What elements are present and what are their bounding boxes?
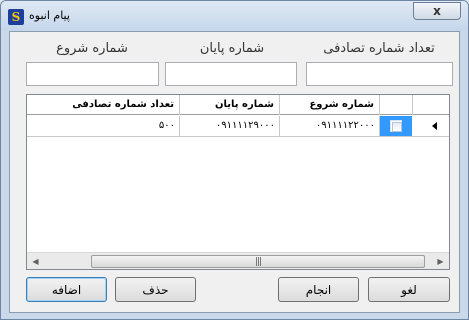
title-bar: S پیام انبوه x <box>1 1 468 31</box>
add-button[interactable]: اضافه <box>26 277 107 302</box>
cell-start-number[interactable]: ۰۹۱۱۱۱۲۲۰۰۰ <box>279 116 379 136</box>
start-number-input[interactable] <box>26 62 159 86</box>
app-logo-icon: S <box>8 9 24 25</box>
done-button[interactable]: انجام <box>278 277 359 302</box>
cell-random-count[interactable]: ۵۰۰ <box>27 116 179 136</box>
cancel-button[interactable]: لغو <box>368 277 450 302</box>
row-header-corner <box>412 95 449 115</box>
end-number-input[interactable] <box>165 62 297 86</box>
column-header-random-count[interactable]: تعداد شماره تصادفی <box>27 95 179 115</box>
column-header-start-number[interactable]: شماره شروع <box>279 95 379 115</box>
end-number-label: شماره پایان <box>199 41 265 56</box>
scroll-right-arrow-icon[interactable]: ▶ <box>432 253 449 270</box>
window-title: پیام انبوه <box>29 9 70 22</box>
cell-end-number[interactable]: ۰۹۱۱۱۱۲۹۰۰۰ <box>179 116 279 136</box>
start-number-label: شماره شروع <box>56 41 128 56</box>
horizontal-scrollbar[interactable]: ◀ ||| ▶ <box>27 252 449 269</box>
close-icon: x <box>433 4 441 18</box>
ranges-grid[interactable]: تعداد شماره تصادفی شماره پایان شماره شرو… <box>26 94 450 270</box>
row-checkbox[interactable] <box>390 120 402 132</box>
bulk-message-window: S پیام انبوه x تعداد شماره تصادفی شماره … <box>0 0 469 320</box>
grid-header: تعداد شماره تصادفی شماره پایان شماره شرو… <box>27 95 449 115</box>
current-row-indicator-icon <box>432 122 437 130</box>
column-header-end-number[interactable]: شماره پایان <box>179 95 279 115</box>
close-button[interactable]: x <box>413 2 461 20</box>
random-count-label: تعداد شماره تصادفی <box>323 41 435 56</box>
delete-button[interactable]: حذف <box>115 277 196 302</box>
random-count-input[interactable] <box>306 62 453 86</box>
scroll-left-arrow-icon[interactable]: ◀ <box>27 253 44 270</box>
column-header-select <box>379 95 412 115</box>
table-row[interactable]: ۵۰۰ ۰۹۱۱۱۱۲۹۰۰۰ ۰۹۱۱۱۱۲۲۰۰۰ <box>27 116 449 137</box>
scroll-grip-icon: ||| <box>254 256 262 267</box>
dialog-body: تعداد شماره تصادفی شماره پایان شماره شرو… <box>9 31 460 313</box>
cell-select[interactable] <box>379 116 412 136</box>
scroll-thumb[interactable]: ||| <box>91 255 425 268</box>
